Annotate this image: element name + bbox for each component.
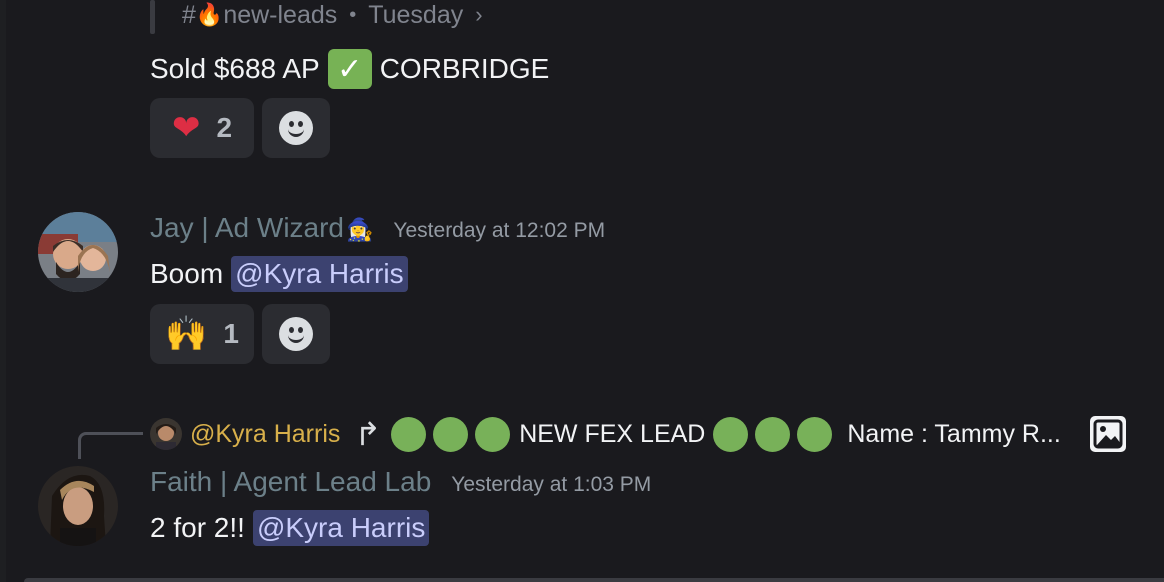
reply-arrow-icon: ↱: [354, 416, 382, 452]
timestamp[interactable]: Yesterday at 1:03 PM: [451, 473, 651, 497]
reply-text-end: Name : Tammy R...: [847, 419, 1061, 448]
user-mention[interactable]: @Kyra Harris: [231, 256, 408, 292]
green-circle-icon: [755, 416, 791, 452]
message-text: Boom: [150, 258, 224, 289]
message-content: Sold $688 AP ✓ CORBRIDGE: [150, 48, 549, 90]
forward-bar: [150, 0, 155, 34]
author-name[interactable]: Faith | Agent Lead Lab: [150, 466, 431, 498]
chevron-right-icon[interactable]: ›: [475, 2, 482, 28]
raised-hands-icon: 🙌: [165, 315, 208, 353]
smile-face-icon: [279, 317, 313, 351]
reply-text: NEW FEX LEAD: [519, 419, 706, 448]
forward-source[interactable]: # 🔥 new-leads • Tuesday ›: [182, 0, 483, 30]
author-name[interactable]: Jay | Ad Wizard: [150, 212, 344, 244]
image-glyph: [1093, 419, 1123, 449]
message-header: Faith | Agent Lead Lab Yesterday at 1:03…: [150, 466, 651, 498]
avatar[interactable]: [38, 212, 118, 292]
reply-preview[interactable]: @Kyra Harris ↱ NEW FEX LEAD Name : Tammy…: [150, 416, 1069, 452]
smile-face-icon: [279, 111, 313, 145]
heart-icon: ❤: [171, 109, 201, 147]
timestamp[interactable]: Yesterday at 12:02 PM: [393, 219, 605, 243]
avatar: [150, 418, 182, 450]
avatar-photo: [150, 418, 182, 450]
reply-connector: [78, 432, 143, 459]
message-text: 2 for 2!!: [150, 512, 245, 543]
avatar[interactable]: [38, 466, 118, 546]
reply-mention[interactable]: @Kyra Harris: [190, 420, 340, 449]
reaction-count: 2: [216, 112, 233, 143]
reaction-count: 1: [223, 318, 239, 349]
message-input-edge: [24, 578, 1164, 582]
chat-view: # 🔥 new-leads • Tuesday › Sold $688 AP ✓…: [0, 0, 1164, 582]
message-header: Jay | Ad Wizard 🧙‍♀️ Yesterday at 12:02 …: [150, 212, 605, 244]
green-circle-icon: [391, 416, 427, 452]
add-reaction-button[interactable]: [262, 304, 330, 364]
avatar-photo: [38, 212, 118, 292]
message-content: 2 for 2!! @Kyra Harris: [150, 506, 430, 550]
forward-day: Tuesday: [368, 0, 464, 29]
check-mark-icon: ✓: [327, 49, 372, 89]
wizard-icon: 🧙‍♀️: [346, 217, 374, 242]
add-reaction-button[interactable]: [262, 98, 330, 158]
reaction-heart[interactable]: ❤ 2: [150, 98, 254, 158]
user-mention[interactable]: @Kyra Harris: [252, 510, 430, 546]
image-icon[interactable]: [1090, 416, 1126, 452]
separator-dot: •: [349, 3, 357, 26]
hash-icon: #: [182, 0, 196, 29]
fire-icon: 🔥: [195, 2, 224, 27]
reaction-raised-hands[interactable]: 🙌 1: [150, 304, 254, 364]
avatar-photo: [38, 466, 118, 546]
green-circle-icon: [713, 416, 749, 452]
channel-name[interactable]: new-leads: [223, 1, 337, 30]
message-text-end: CORBRIDGE: [379, 53, 550, 84]
green-circle-icon: [797, 416, 833, 452]
green-circle-icon: [433, 416, 469, 452]
message-content: Boom @Kyra Harris: [150, 252, 408, 296]
sidebar-edge: [0, 0, 6, 582]
green-circle-icon: [475, 416, 511, 452]
message-text: Sold $688 AP: [150, 53, 320, 84]
